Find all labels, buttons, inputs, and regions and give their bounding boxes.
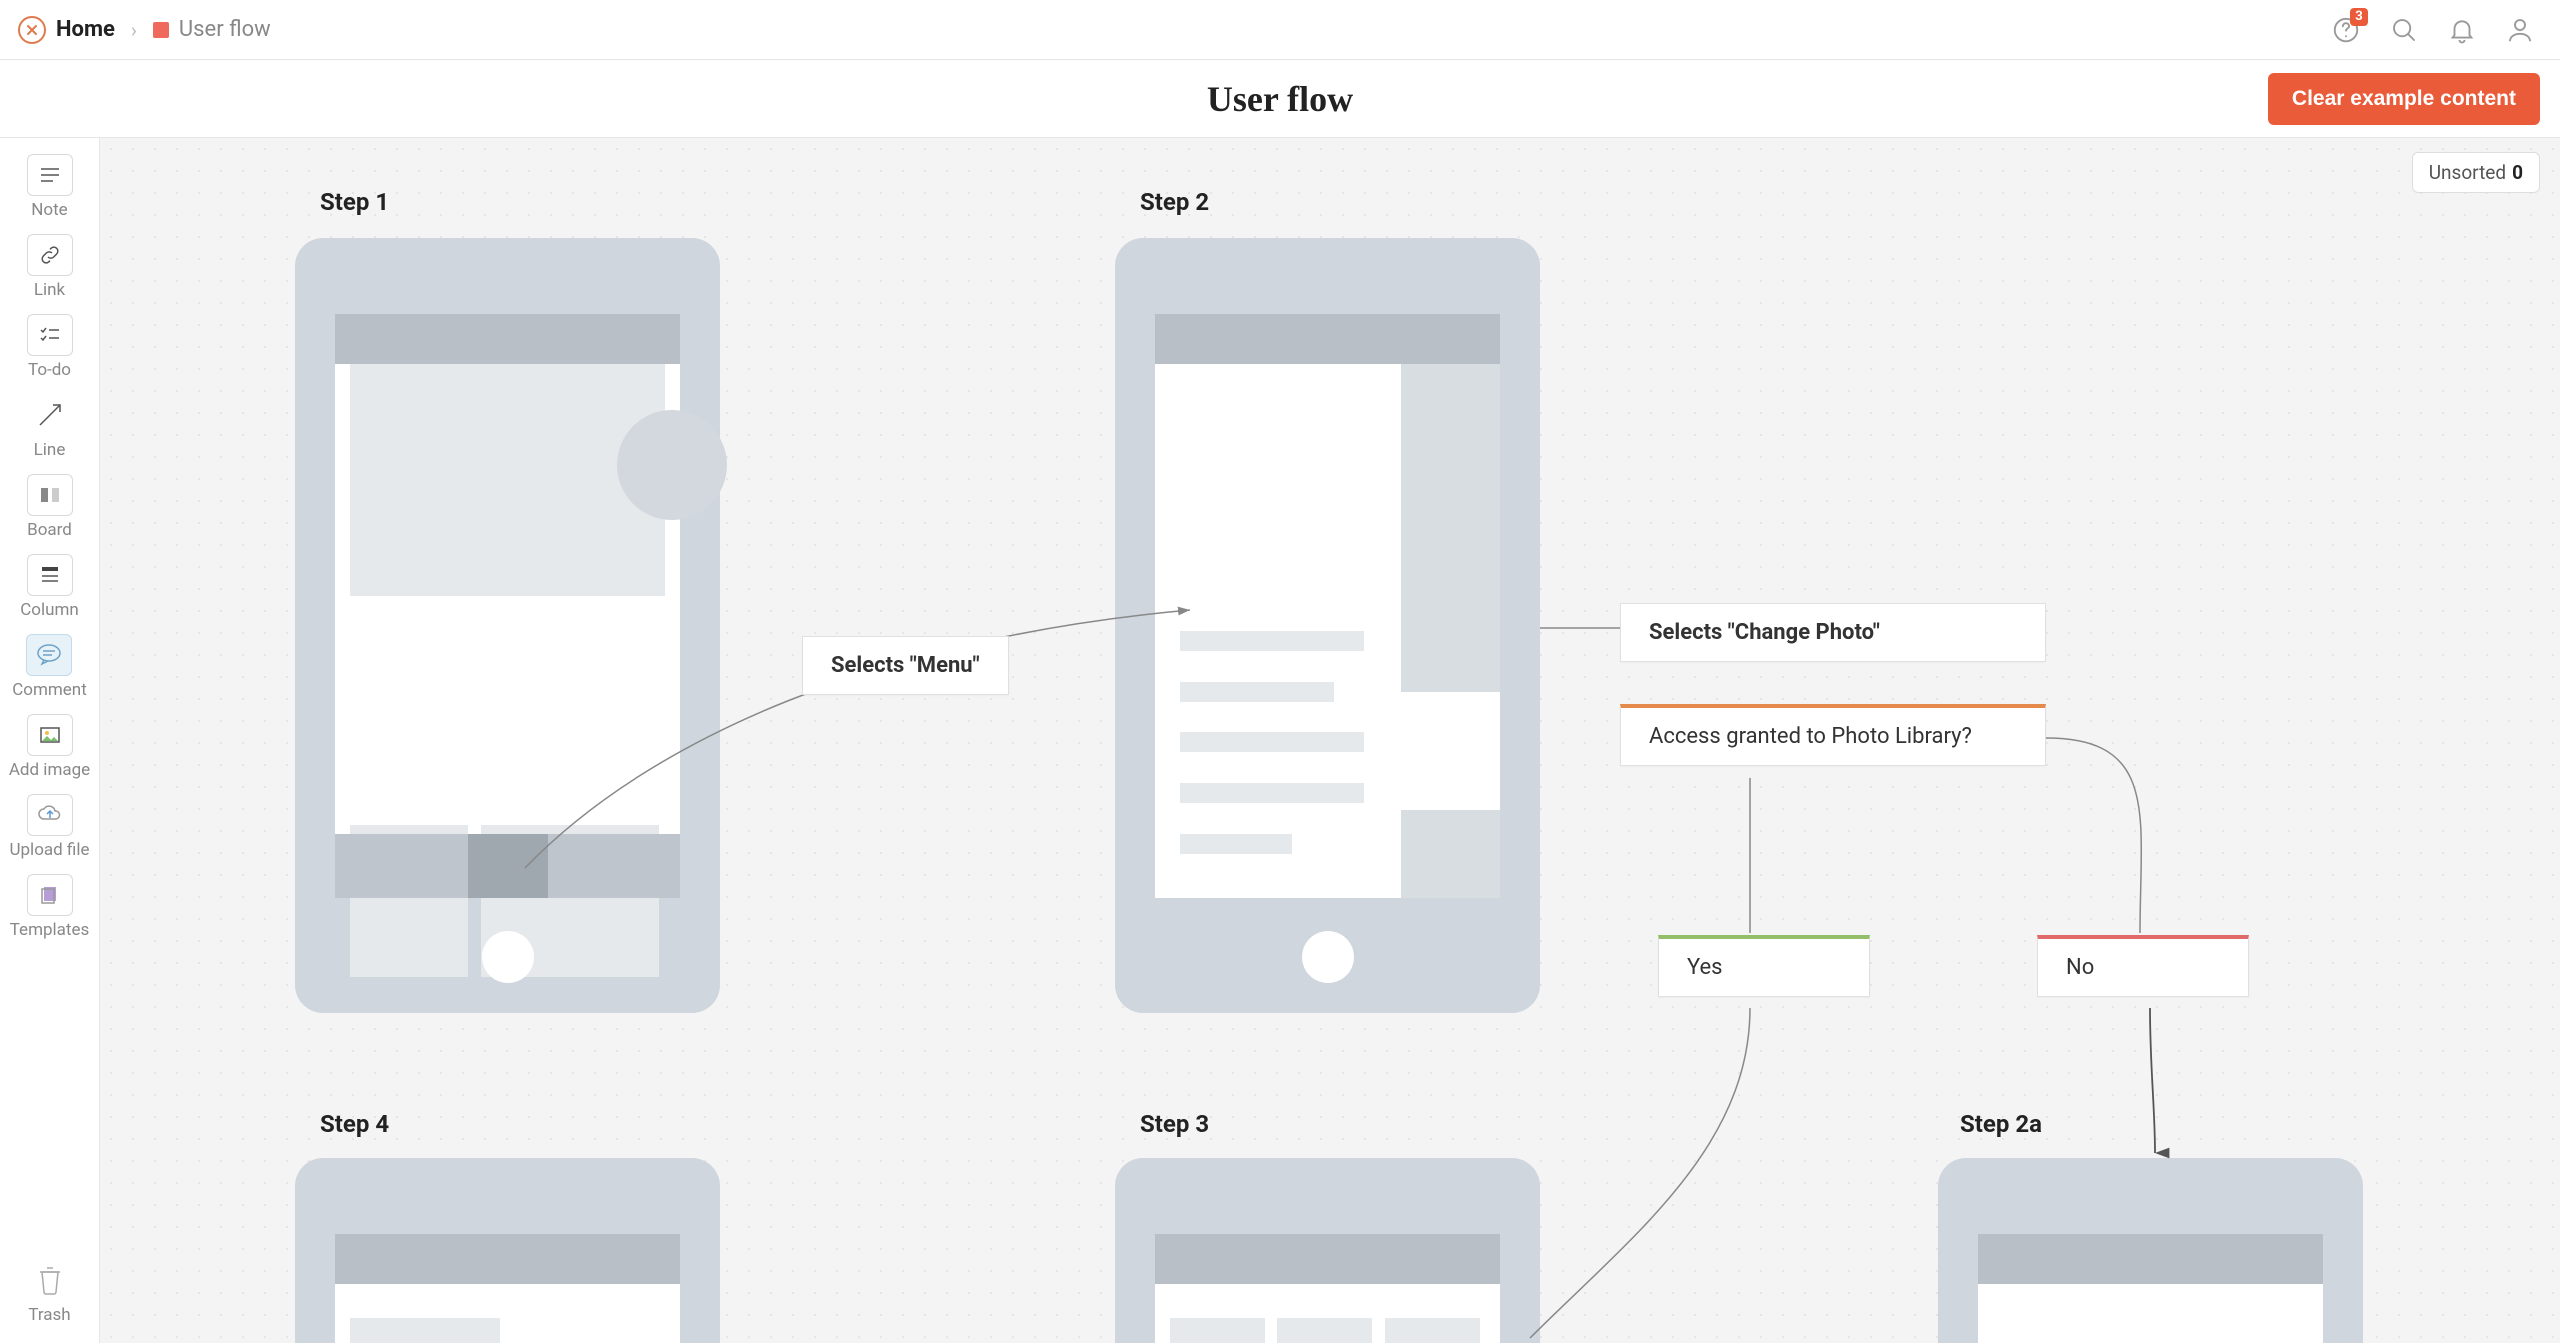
connector-access-to-yes bbox=[1730, 778, 1770, 938]
tool-add-image-label: Add image bbox=[9, 760, 90, 780]
title-bar: User flow Clear example content bbox=[0, 60, 2560, 138]
tool-todo-label: To-do bbox=[28, 360, 71, 380]
tool-link[interactable]: Link bbox=[27, 234, 73, 300]
tool-line[interactable]: Line bbox=[27, 394, 73, 460]
user-icon[interactable] bbox=[2504, 14, 2536, 46]
chevron-right-icon: › bbox=[131, 18, 137, 42]
connector-yes-to-step3 bbox=[1510, 1008, 1770, 1343]
tool-templates-label: Templates bbox=[10, 920, 90, 940]
flow-label-no[interactable]: No bbox=[2037, 935, 2249, 997]
flow-label-selects-menu[interactable]: Selects "Menu" bbox=[802, 636, 1009, 695]
unsorted-count: 0 bbox=[2512, 161, 2523, 184]
flow-label-yes[interactable]: Yes bbox=[1658, 935, 1870, 997]
mockup-step-2a[interactable] bbox=[1938, 1158, 2363, 1343]
mockup-step-2[interactable] bbox=[1115, 238, 1540, 1013]
tool-todo[interactable]: To-do bbox=[27, 314, 73, 380]
tool-line-label: Line bbox=[34, 440, 66, 460]
unsorted-label: Unsorted bbox=[2429, 161, 2506, 184]
step-2a-title: Step 2a bbox=[1960, 1110, 2042, 1138]
tool-templates[interactable]: Templates bbox=[10, 874, 90, 940]
tool-add-image[interactable]: Add image bbox=[9, 714, 90, 780]
tool-link-label: Link bbox=[34, 280, 65, 300]
tool-column-label: Column bbox=[20, 600, 79, 620]
tool-board[interactable]: Board bbox=[27, 474, 73, 540]
tool-column[interactable]: Column bbox=[20, 554, 79, 620]
clear-example-content-button[interactable]: Clear example content bbox=[2268, 73, 2540, 125]
step-3-title: Step 3 bbox=[1140, 1110, 1209, 1138]
flow-label-access-granted[interactable]: Access granted to Photo Library? bbox=[1620, 704, 2046, 766]
project-color-swatch bbox=[153, 22, 169, 38]
tool-board-label: Board bbox=[27, 520, 72, 540]
tool-comment[interactable]: Comment bbox=[12, 634, 87, 700]
help-icon[interactable]: 3 bbox=[2330, 14, 2362, 46]
step-1-title: Step 1 bbox=[320, 188, 389, 216]
breadcrumb-home-link[interactable]: Home bbox=[56, 17, 115, 42]
tool-upload-file[interactable]: Upload file bbox=[9, 794, 89, 860]
mockup-step-3[interactable] bbox=[1115, 1158, 1540, 1343]
step-4-title: Step 4 bbox=[320, 1110, 389, 1138]
tool-comment-label: Comment bbox=[12, 680, 87, 700]
canvas[interactable]: Unsorted 0 Step 1 Step 2 Step 4 Step 3 S… bbox=[100, 138, 2560, 1343]
unsorted-button[interactable]: Unsorted 0 bbox=[2412, 152, 2540, 193]
tool-trash-label: Trash bbox=[28, 1305, 70, 1325]
breadcrumb-bar: Home › User flow 3 bbox=[0, 0, 2560, 60]
breadcrumb-project-title: User flow bbox=[179, 17, 271, 42]
flow-label-selects-change-photo[interactable]: Selects "Change Photo" bbox=[1620, 603, 2046, 662]
notification-badge: 3 bbox=[2350, 8, 2368, 26]
tool-note[interactable]: Note bbox=[27, 154, 73, 220]
tool-trash[interactable]: Trash bbox=[27, 1259, 73, 1325]
tool-upload-file-label: Upload file bbox=[9, 840, 89, 860]
connector-access-to-no bbox=[2040, 698, 2240, 948]
bell-icon[interactable] bbox=[2446, 14, 2478, 46]
mockup-step-4[interactable] bbox=[295, 1158, 720, 1343]
page-title: User flow bbox=[0, 78, 2560, 120]
step-2-title: Step 2 bbox=[1140, 188, 1209, 216]
brand-logo-icon[interactable] bbox=[18, 16, 46, 44]
search-icon[interactable] bbox=[2388, 14, 2420, 46]
tool-note-label: Note bbox=[31, 200, 67, 220]
connector-no-to-step2a bbox=[2130, 1008, 2190, 1168]
tool-sidebar: Note Link To-do Line Board Column Commen… bbox=[0, 138, 100, 1343]
mockup-step-1[interactable] bbox=[295, 238, 720, 1013]
